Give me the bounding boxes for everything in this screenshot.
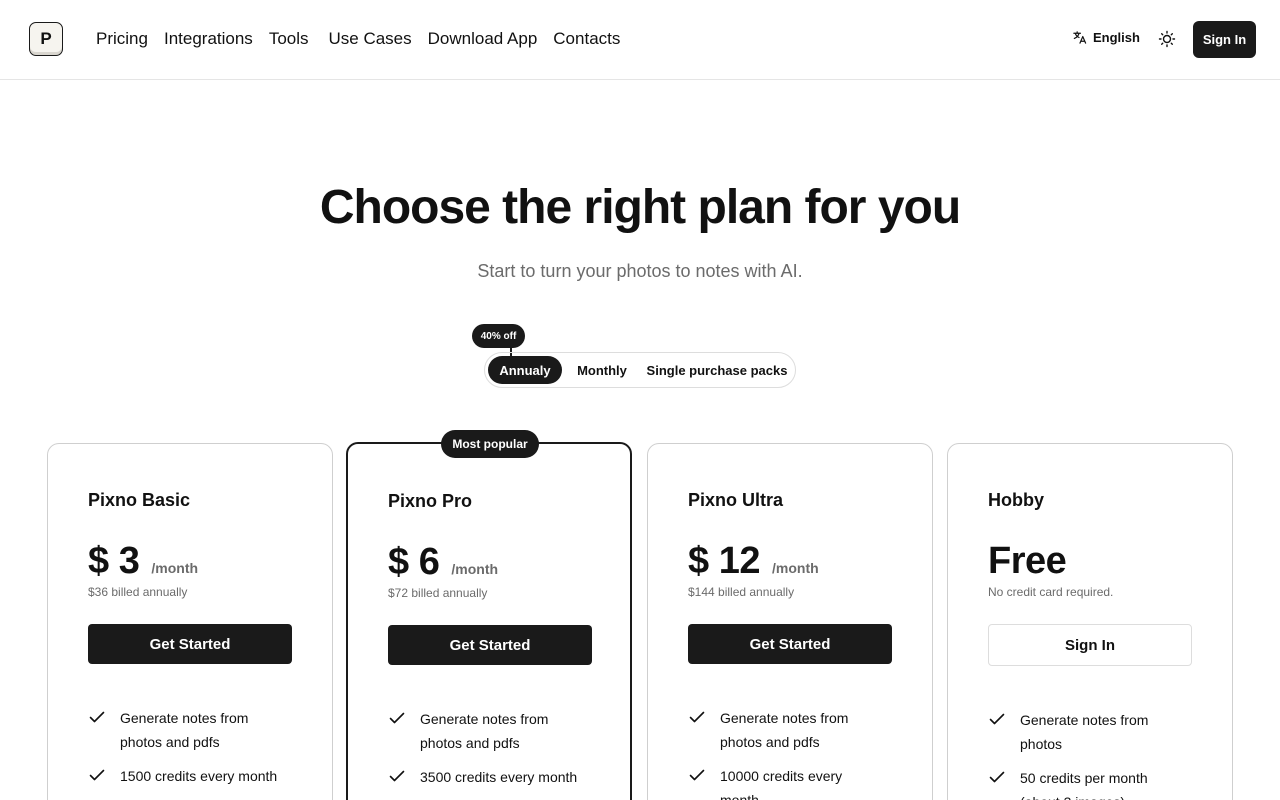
plan-name: Pixno Basic [88, 490, 191, 510]
price-period: /month [451, 561, 499, 577]
top-header: P Pricing Integrations Tools Use Cases D… [0, 0, 1280, 80]
get-started-button[interactable]: Get Started [688, 624, 892, 664]
feature-text: 1500 credits every month [120, 768, 278, 784]
discount-badge: 40% off [472, 324, 525, 348]
translate-icon [1073, 31, 1087, 44]
billing-option-monthly[interactable]: Monthly [567, 356, 637, 384]
price-amount: $ 6 [388, 541, 440, 583]
feature-item: Generate notes from photos and pdfs [688, 706, 868, 754]
get-started-button[interactable]: Get Started [388, 625, 592, 665]
feature-text: Generate notes from photos and pdfs [120, 710, 249, 750]
check-icon [89, 769, 105, 781]
logo-letter: P [40, 29, 52, 48]
nav-integrations[interactable]: Integrations [164, 28, 253, 50]
billing-toggle: Annualy Monthly Single purchase packs [484, 352, 796, 388]
feature-item: 50 credits per month (about 3 images) [988, 766, 1168, 800]
check-icon [89, 711, 105, 723]
plan-price: Free [988, 539, 1067, 583]
billing-note: $72 billed annually [388, 586, 488, 600]
language-label: English [1093, 30, 1140, 45]
language-selector[interactable]: English [1072, 30, 1140, 45]
plan-price: $ 6 /month [388, 540, 498, 591]
nav-use-cases[interactable]: Use Cases [329, 28, 412, 50]
plan-price: $ 3 /month [88, 539, 198, 590]
feature-item: Generate notes from photos [988, 708, 1168, 756]
plan-card-pro: Pixno Pro $ 6 /month $72 billed annually… [346, 442, 632, 800]
plan-card-basic: Pixno Basic $ 3 /month $36 billed annual… [47, 443, 333, 800]
main-nav: Pricing Integrations Tools Use Cases Dow… [96, 28, 636, 50]
check-icon [989, 713, 1005, 725]
nav-pricing[interactable]: Pricing [96, 28, 148, 50]
feature-item: Generate notes from photos and pdfs [88, 706, 268, 754]
billing-note: $36 billed annually [88, 585, 188, 599]
billing-option-single-packs[interactable]: Single purchase packs [641, 356, 793, 384]
check-icon [689, 711, 705, 723]
logo-icon[interactable]: P [29, 22, 63, 56]
nav-contacts[interactable]: Contacts [553, 28, 620, 50]
nav-tools[interactable]: Tools [269, 28, 309, 50]
plan-name: Pixno Pro [388, 491, 473, 511]
price-amount: $ 3 [88, 540, 140, 582]
sign-in-button[interactable]: Sign In [1193, 21, 1256, 58]
check-icon [389, 770, 405, 782]
billing-note: No credit card required. [988, 585, 1114, 599]
page-title: Choose the right plan for you [319, 181, 961, 234]
price-period: /month [151, 560, 199, 576]
plan-card-hobby: Hobby Free No credit card required. Sign… [947, 443, 1233, 800]
price-amount: Free [988, 540, 1067, 582]
most-popular-badge: Most popular [441, 430, 539, 458]
price-period: /month [772, 560, 819, 576]
feature-text: Generate notes from photos and pdfs [420, 711, 549, 751]
price-amount: $ 12 [688, 540, 760, 582]
feature-text: Generate notes from photos and pdfs [720, 710, 849, 750]
check-icon [389, 712, 405, 724]
feature-text: 50 credits per month (about 3 images) [1020, 770, 1148, 800]
get-started-button[interactable]: Get Started [88, 624, 292, 664]
billing-option-annually[interactable]: Annualy [488, 356, 562, 384]
plan-card-ultra: Pixno Ultra $ 12 /month $144 billed annu… [647, 443, 933, 800]
feature-text: 10000 credits every month [720, 768, 843, 800]
feature-item: 10000 credits every month [688, 764, 868, 800]
plan-price: $ 12 /month [688, 539, 819, 590]
feature-text: 3500 credits every month [420, 769, 578, 785]
nav-download-app[interactable]: Download App [428, 28, 538, 50]
check-icon [689, 769, 705, 781]
plan-name: Hobby [988, 490, 1044, 510]
sign-in-plan-button[interactable]: Sign In [988, 624, 1192, 666]
plan-name: Pixno Ultra [688, 490, 784, 510]
check-icon [989, 771, 1005, 783]
feature-item: Generate notes from photos and pdfs [388, 707, 568, 755]
feature-item: 3500 credits every month [388, 765, 608, 789]
feature-text: Generate notes from photos [1020, 712, 1149, 752]
page-subtitle: Start to turn your photos to notes with … [477, 261, 803, 281]
billing-note: $144 billed annually [688, 585, 795, 599]
sun-icon[interactable] [1157, 29, 1177, 49]
feature-item: 1500 credits every month [88, 764, 308, 788]
